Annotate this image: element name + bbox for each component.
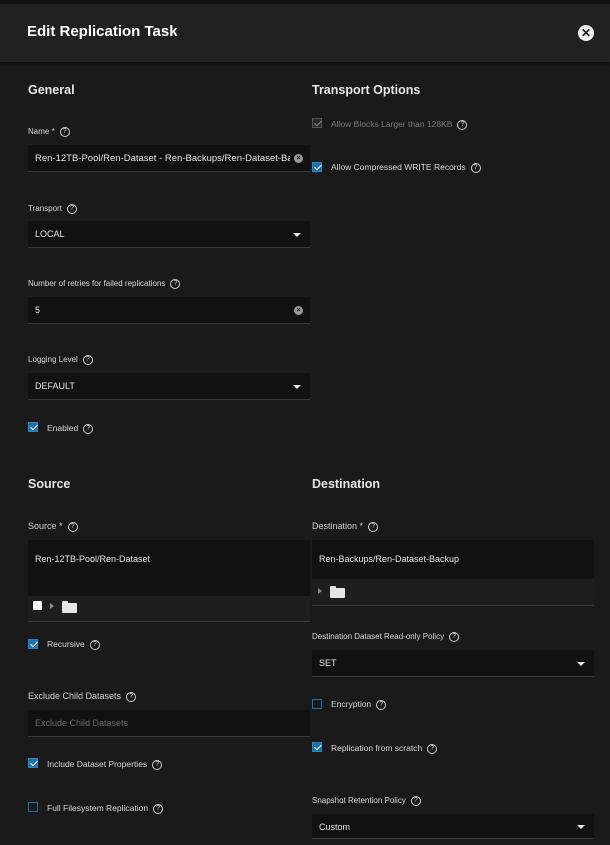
enabled-label: Enabled? [47,423,94,434]
chevron-down-icon [293,385,301,389]
include-props-checkbox[interactable] [28,758,38,768]
help-icon[interactable]: ? [457,119,468,130]
source-field[interactable]: Ren-12TB-Pool/Ren-Dataset [28,540,310,596]
help-icon[interactable]: ? [59,127,70,137]
help-icon[interactable]: ? [170,279,181,289]
enabled-checkbox[interactable] [28,422,38,432]
recursive-label: Recursive? [47,639,100,650]
destination-tree-row [312,579,594,606]
scratch-checkbox[interactable] [312,742,322,752]
retention-policy-label: Snapshot Retention Policy? [312,796,421,806]
full-fs-label: Full Filesystem Replication? [47,803,164,814]
help-icon[interactable]: ? [470,162,481,173]
folder-icon [62,601,77,613]
tree-select-checkbox[interactable] [33,601,42,610]
expand-arrow-icon[interactable] [50,603,54,609]
help-icon[interactable]: ? [368,521,379,532]
name-field[interactable]: Ren-12TB-Pool/Ren-Dataset - Ren-Backups/… [28,145,310,172]
exclude-placeholder[interactable]: Exclude Child Datasets [35,718,128,728]
section-destination-heading: Destination [312,477,381,491]
help-icon[interactable]: ? [83,423,94,434]
help-icon[interactable]: ? [153,803,164,814]
encryption-checkbox[interactable] [312,699,322,709]
chevron-down-icon [577,662,585,666]
include-props-label: Include Dataset Properties? [47,759,163,770]
name-input[interactable]: Ren-12TB-Pool/Ren-Dataset - Ren-Backups/… [35,153,290,164]
encryption-label: Encryption? [331,699,387,710]
help-icon[interactable]: ? [427,743,438,754]
readonly-policy-label: Destination Dataset Read-only Policy? [312,632,460,642]
logging-label: Logging Level? [28,355,93,365]
retries-input[interactable]: 5 [35,305,40,315]
scratch-label: Replication from scratch? [331,743,438,754]
compressed-label: Allow Compressed WRITE Records? [331,162,481,173]
help-icon[interactable]: ? [410,796,421,806]
destination-label: Destination *? [312,521,379,532]
expand-arrow-icon[interactable] [318,588,322,594]
help-icon[interactable]: ? [89,639,100,650]
readonly-policy-value: SET [319,658,337,668]
clear-icon[interactable]: × [294,306,303,315]
folder-icon [330,586,345,598]
readonly-policy-select[interactable]: SET [312,650,594,677]
transport-label: Transport? [28,204,77,214]
source-value[interactable]: Ren-12TB-Pool/Ren-Dataset [35,554,150,564]
chevron-down-icon [577,825,585,829]
help-icon[interactable]: ? [126,691,137,702]
source-label: Source *? [28,521,78,532]
logging-value: DEFAULT [35,381,75,391]
help-icon[interactable]: ? [82,355,93,365]
chevron-down-icon [293,233,301,237]
full-fs-checkbox[interactable] [28,802,38,812]
section-source-heading: Source [28,477,71,491]
section-transport-options-heading: Transport Options [312,83,421,97]
recursive-checkbox[interactable] [28,639,38,649]
retention-policy-select[interactable]: Custom [312,814,594,839]
exclude-label: Exclude Child Datasets? [28,691,137,702]
retries-label: Number of retries for failed replication… [28,279,181,289]
source-tree-row [28,596,310,622]
name-label: Name *? [28,127,70,137]
clear-icon[interactable]: × [294,154,303,163]
retries-field[interactable]: 5 × [28,297,310,324]
compressed-checkbox[interactable] [312,162,322,172]
transport-value: LOCAL [35,229,65,239]
transport-select[interactable]: LOCAL [28,221,310,248]
help-icon[interactable]: ? [376,699,387,710]
retention-policy-value: Custom [319,822,351,832]
help-icon[interactable]: ? [67,521,78,532]
dialog-header: Edit Replication Task ✕ [0,4,610,62]
large-blocks-label: Allow Blocks Larger than 128KB? [331,119,468,130]
help-icon[interactable]: ? [449,632,460,642]
logging-select[interactable]: DEFAULT [28,373,310,400]
large-blocks-checkbox [312,118,322,128]
dialog-title: Edit Replication Task [27,23,178,40]
destination-field[interactable]: Ren-Backups/Ren-Dataset-Backup [312,540,594,579]
destination-value[interactable]: Ren-Backups/Ren-Dataset-Backup [319,554,459,564]
close-icon[interactable]: ✕ [578,25,594,41]
section-general-heading: General [28,83,75,97]
exclude-field[interactable]: Exclude Child Datasets [28,710,310,737]
help-icon[interactable]: ? [152,759,163,770]
help-icon[interactable]: ? [66,204,77,214]
